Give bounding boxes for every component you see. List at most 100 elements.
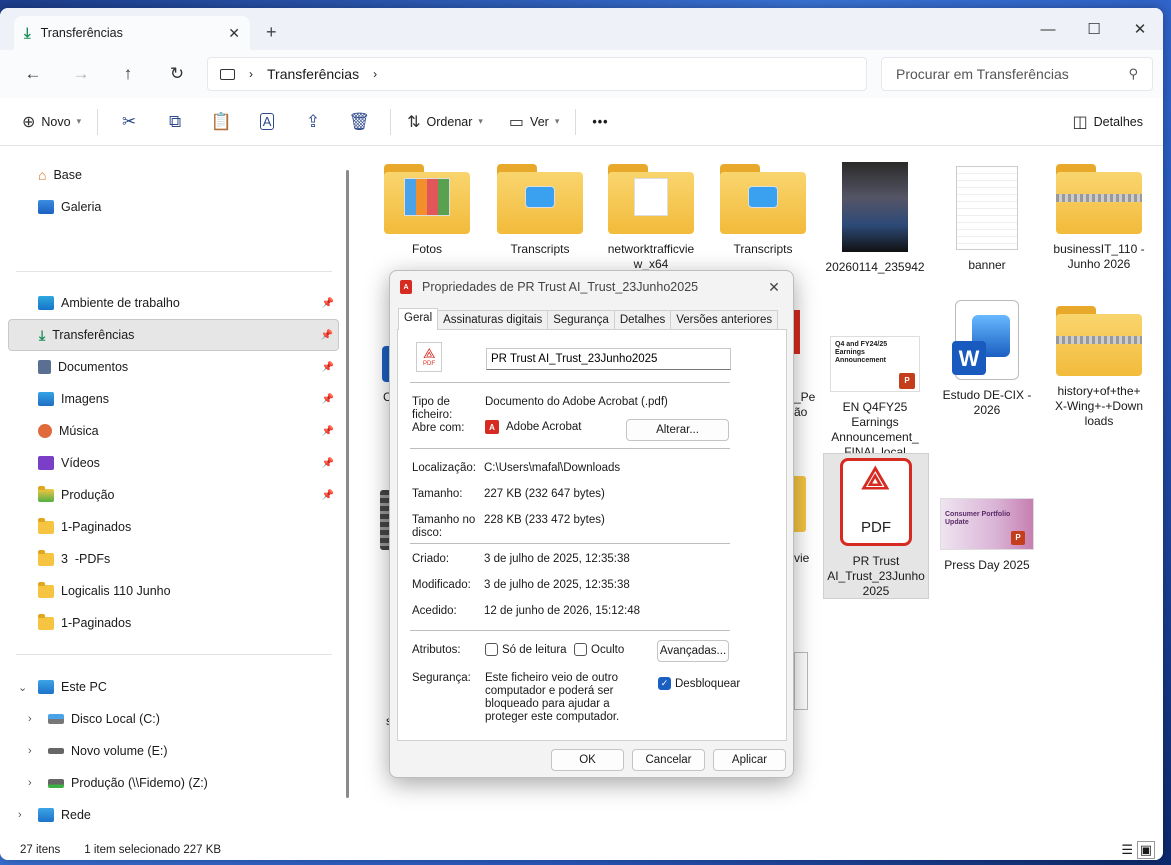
pin-icon[interactable]: 📌 (322, 394, 334, 405)
document-partial[interactable] (794, 652, 808, 710)
checkbox-checked-icon[interactable]: ✓ (658, 677, 671, 690)
tab-transferencias[interactable]: ⤓ Transferências ✕ (14, 16, 250, 50)
forward-button[interactable]: → (66, 62, 96, 86)
sidebar-item-producao[interactable]: Produção 📌 (8, 479, 339, 511)
search-input[interactable]: Procurar em Transferências ⚲ (881, 57, 1153, 91)
sidebar-item-documents[interactable]: Documentos 📌 (8, 351, 339, 383)
sidebar-item-label: Disco Local (C:) (71, 712, 160, 726)
checkbox-box[interactable] (574, 643, 587, 656)
copy-button[interactable]: ⧉ (152, 106, 198, 138)
readonly-checkbox[interactable]: Só de leitura (485, 643, 567, 656)
chevron-down-icon[interactable]: ⌄ (18, 681, 27, 694)
checkbox-box[interactable] (485, 643, 498, 656)
apply-button[interactable]: Aplicar (713, 749, 786, 771)
back-button[interactable]: ← (18, 62, 48, 86)
file-item[interactable]: Transcripts (708, 164, 818, 257)
view-button[interactable]: ▭ Ver ▾ (501, 106, 567, 138)
view-label: Ver (530, 114, 549, 129)
pin-icon[interactable]: 📌 (322, 362, 334, 373)
file-name: PR Trust AI_Trust_23Junho 2025 (827, 554, 925, 598)
sidebar-item-desktop[interactable]: Ambiente de trabalho 📌 (8, 287, 339, 319)
delete-button[interactable]: 🗑 (336, 106, 382, 138)
sidebar-item-paginados[interactable]: 1-Paginados (8, 511, 339, 543)
sidebar-item-pdfs[interactable]: 3 -PDFs (8, 543, 339, 575)
breadcrumb-item[interactable]: Transferências (267, 66, 359, 82)
rename-button[interactable]: A (244, 106, 290, 138)
unblock-checkbox[interactable]: ✓ Desbloquear (658, 677, 740, 690)
file-item[interactable]: Consumer Portfolio Update P Press Day 20… (932, 498, 1042, 573)
videos-icon (38, 456, 54, 470)
tab-versoes[interactable]: Versões anteriores (670, 310, 779, 330)
share-button[interactable]: ⇪ (290, 106, 336, 138)
tiles-view-icon[interactable]: ▣ (1136, 841, 1155, 859)
breadcrumb-chevron-icon[interactable]: › (249, 67, 253, 81)
cut-button[interactable]: ✂ (106, 106, 152, 138)
sidebar-item-drive-e[interactable]: › Novo volume (E:) (8, 735, 339, 767)
pin-icon[interactable]: 📌 (321, 330, 333, 341)
chevron-right-icon[interactable]: › (18, 809, 22, 821)
file-item[interactable]: banner (932, 164, 1042, 273)
file-item[interactable]: Transcripts (485, 164, 595, 257)
sidebar-item-this-pc[interactable]: ⌄ Este PC (8, 671, 339, 703)
up-button[interactable]: ↑ (113, 62, 143, 86)
file-item[interactable]: businessIT_110 - Junho 2026 (1044, 164, 1154, 272)
file-item[interactable]: Fotos (372, 164, 482, 257)
pin-icon[interactable]: 📌 (322, 426, 334, 437)
pin-icon[interactable]: 📌 (322, 298, 334, 309)
pin-icon[interactable]: 📌 (322, 458, 334, 469)
tab-geral[interactable]: Geral (398, 308, 439, 330)
new-tab-button[interactable]: + (266, 22, 277, 43)
advanced-button[interactable]: Avançadas... (657, 640, 729, 662)
details-pane-button[interactable]: ◫ Detalhes (1065, 106, 1151, 138)
details-view-icon[interactable]: ☰ (1121, 842, 1133, 858)
breadcrumb-chevron-icon[interactable]: › (373, 67, 377, 81)
address-bar[interactable]: › Transferências › (207, 57, 867, 91)
chevron-right-icon[interactable]: › (28, 745, 32, 757)
new-button[interactable]: ⊕ Novo ▾ (14, 106, 89, 138)
sidebar-divider (16, 271, 332, 272)
file-name-field[interactable] (486, 348, 731, 370)
sidebar-item-galeria[interactable]: Galeria (8, 191, 339, 223)
tab-detalhes[interactable]: Detalhes (613, 310, 672, 330)
minimize-button[interactable]: — (1025, 14, 1071, 44)
file-item[interactable]: networktrafficvie w_x64 (596, 164, 706, 272)
file-item[interactable]: history+of+the+ X-Wing+-+Down loads (1044, 306, 1154, 429)
paste-button[interactable]: 📋 (198, 106, 244, 138)
dialog-close-button[interactable]: ✕ (761, 275, 787, 299)
sidebar-item-paginados-2[interactable]: 1-Paginados (8, 607, 339, 639)
folder-partial[interactable] (794, 476, 806, 532)
pdf-file-partial[interactable] (794, 310, 800, 354)
sidebar-item-network[interactable]: › Rede (8, 799, 339, 831)
file-item[interactable]: 20260114_235942 (820, 162, 930, 275)
change-button[interactable]: Alterar... (626, 419, 729, 441)
pin-icon[interactable]: 📌 (322, 490, 334, 501)
tab-assinaturas[interactable]: Assinaturas digitais (437, 310, 549, 330)
hidden-checkbox[interactable]: Oculto (574, 643, 624, 656)
refresh-button[interactable]: ↻ (162, 62, 192, 86)
tab-seguranca[interactable]: Segurança (547, 310, 615, 330)
sidebar-scrollbar[interactable] (346, 170, 349, 798)
sidebar-item-logicalis[interactable]: Logicalis 110 Junho (8, 575, 339, 607)
sidebar-item-base[interactable]: ⌂ Base (8, 159, 339, 191)
close-tab-icon[interactable]: ✕ (228, 25, 240, 42)
sidebar-item-downloads[interactable]: ⤓ Transferências 📌 (8, 319, 339, 351)
sort-button[interactable]: ⇅ Ordenar ▾ (399, 106, 491, 138)
music-icon (38, 424, 52, 438)
chevron-right-icon[interactable]: › (28, 713, 32, 725)
drive-icon (48, 714, 64, 724)
sidebar-item-drive-c[interactable]: › Disco Local (C:) (8, 703, 339, 735)
ok-button[interactable]: OK (551, 749, 624, 771)
close-window-button[interactable]: ✕ (1117, 14, 1163, 44)
sidebar-item-videos[interactable]: Vídeos 📌 (8, 447, 339, 479)
file-item[interactable]: W Estudo DE-CIX - 2026 (932, 300, 1042, 418)
sidebar-item-images[interactable]: Imagens 📌 (8, 383, 339, 415)
more-options-button[interactable]: ••• (584, 106, 616, 138)
file-item[interactable]: Q4 and FY24/25 Earnings Announcement P E… (820, 330, 930, 460)
cancel-button[interactable]: Cancelar (632, 749, 705, 771)
chevron-right-icon[interactable]: › (28, 777, 32, 789)
maximize-button[interactable]: ☐ (1071, 14, 1117, 44)
sidebar-item-drive-z[interactable]: › Produção (\\Fidemo) (Z:) (8, 767, 339, 799)
file-item-selected[interactable]: ⟁ PDF PR Trust AI_Trust_23Junho 2025 (823, 453, 929, 599)
sidebar-item-music[interactable]: Música 📌 (8, 415, 339, 447)
folder-icon (497, 164, 583, 234)
